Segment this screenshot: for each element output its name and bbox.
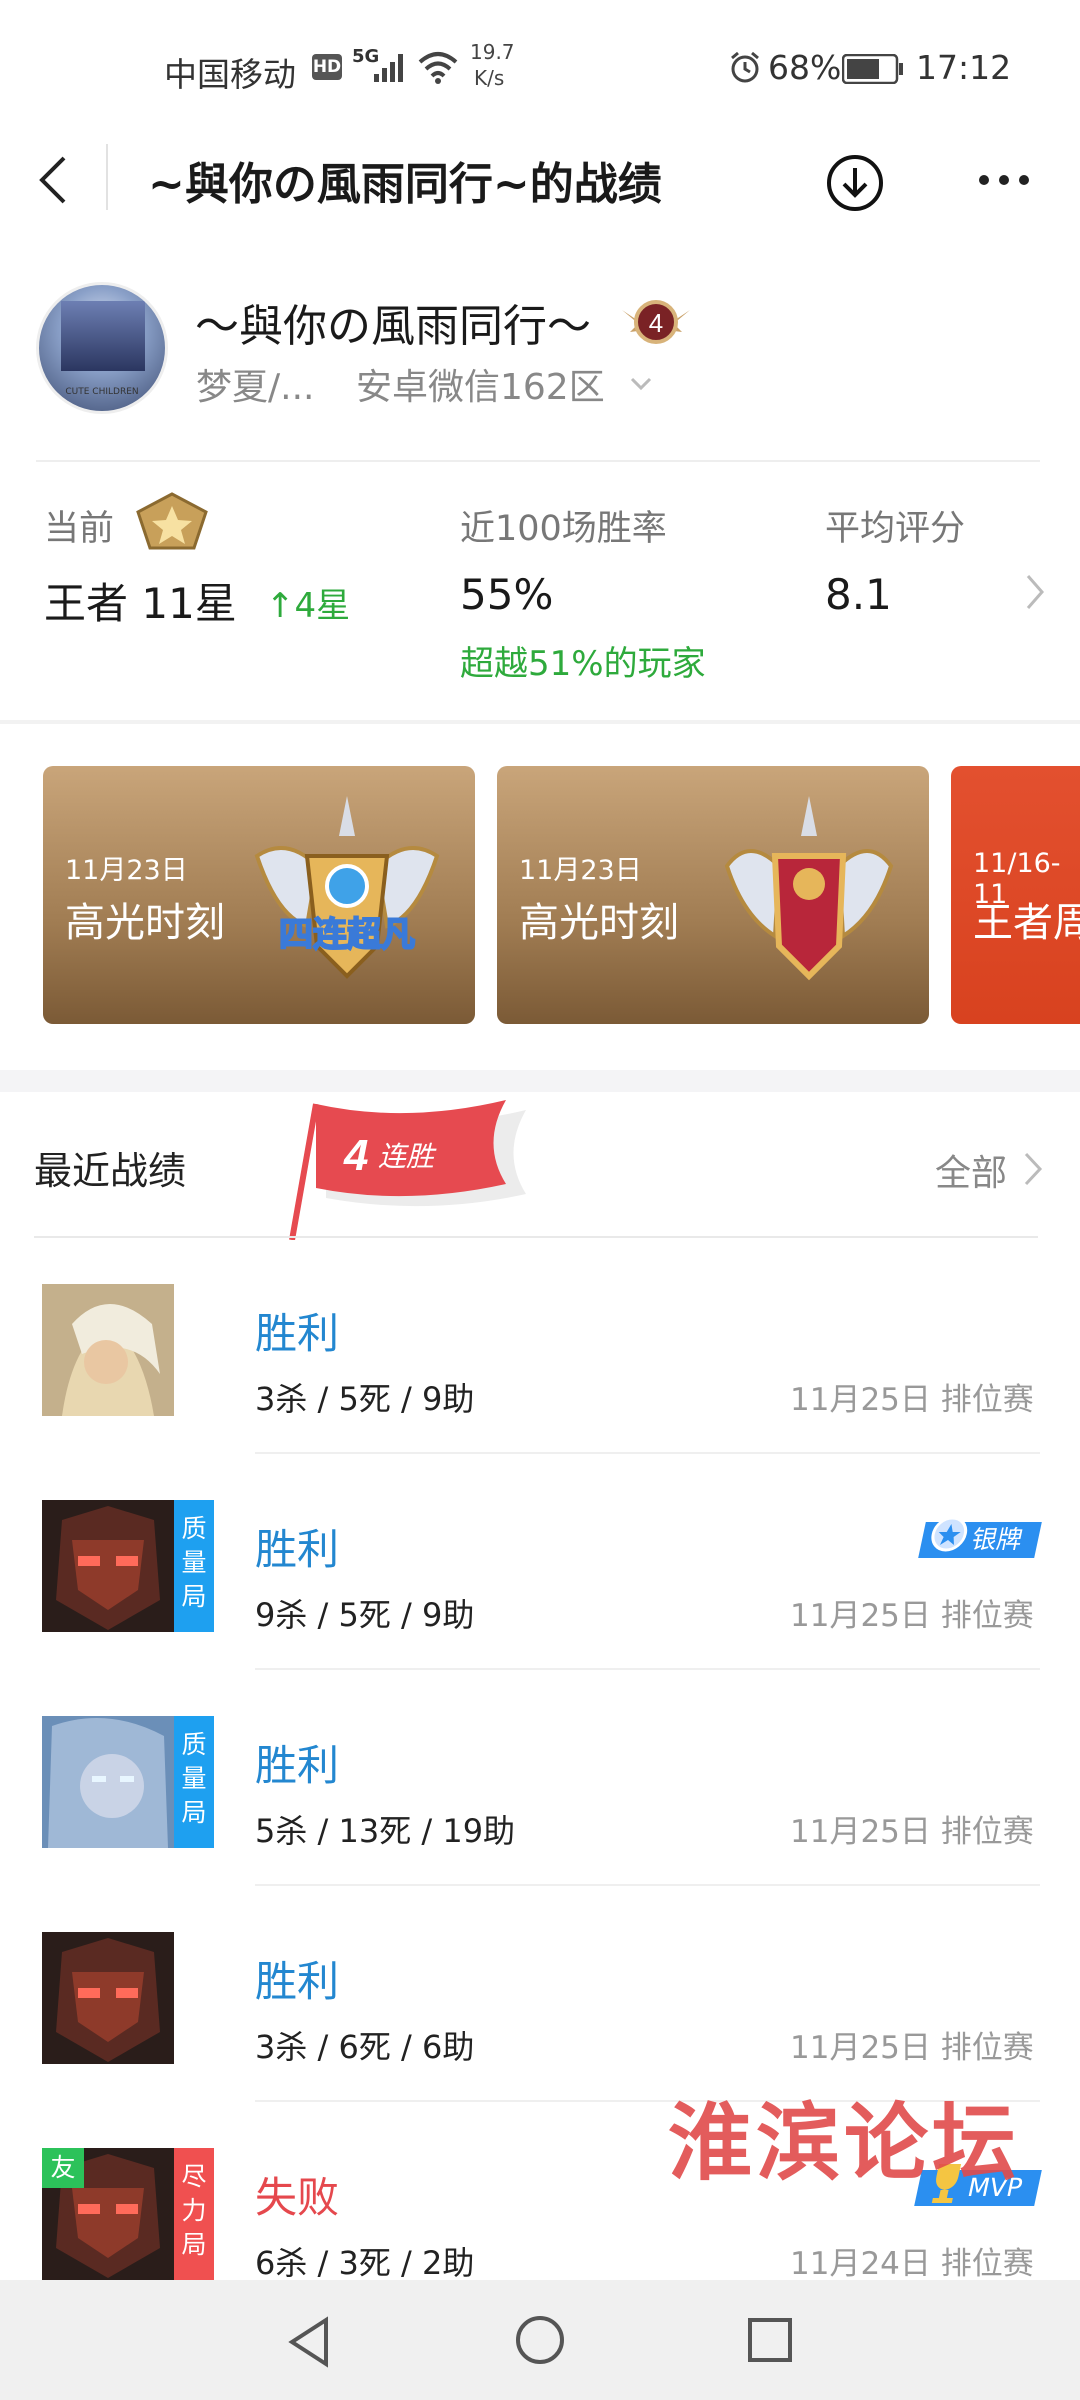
highlight-date: 11月23日 xyxy=(519,855,642,886)
player-name: 〜與你の風雨同行〜 xyxy=(195,301,591,352)
match-result: 胜利 xyxy=(255,1741,340,1790)
highlight-card[interactable]: 11月23日 高光时刻 xyxy=(497,766,929,1024)
forum-watermark: 淮滨论坛 xyxy=(668,2093,1021,2192)
avg-score-value: 8.1 xyxy=(825,570,892,619)
chevron-right-icon[interactable] xyxy=(1022,1150,1046,1188)
svg-text:连胜: 连胜 xyxy=(378,1140,437,1173)
hero-portrait xyxy=(42,1500,174,1632)
winrate-note: 超越51%的玩家 xyxy=(460,644,706,684)
highlight-date: 11月23日 xyxy=(65,855,188,886)
effort-match-tag: 尽力局 xyxy=(174,2148,214,2280)
highlight-title: 高光时刻 xyxy=(519,900,679,946)
highlight-title: 王者周 xyxy=(973,900,1080,946)
divider xyxy=(36,460,1040,462)
match-row[interactable]: 质量局 胜利 5杀 / 13死 / 19助 11月25日 排位赛 xyxy=(0,1670,1080,1886)
net-speed-unit: K/s xyxy=(474,66,505,90)
win-streak-flag-icon: 4 连胜 xyxy=(289,1100,526,1240)
avatar-caption: CUTE CHILDREN xyxy=(65,387,139,397)
quality-match-tag: 质量局 xyxy=(174,1500,214,1632)
friend-tag: 友 xyxy=(42,2148,84,2188)
section-divider xyxy=(0,720,1080,724)
svg-text:四连超凡: 四连超凡 xyxy=(279,915,415,955)
hero-portrait xyxy=(42,1284,174,1416)
rank-delta: ↑4星 xyxy=(266,586,351,626)
winrate-value: 55% xyxy=(460,570,554,619)
match-meta: 11月25日 排位赛 xyxy=(790,1814,1034,1850)
match-row[interactable]: 胜利 3杀 / 6死 / 6助 11月25日 排位赛 xyxy=(0,1886,1080,2102)
section-band xyxy=(0,1070,1080,1092)
chevron-down-icon[interactable] xyxy=(630,376,652,392)
match-result: 胜利 xyxy=(255,1309,340,1358)
net-speed-value: 19.7 xyxy=(470,40,515,64)
nav-home-icon[interactable] xyxy=(514,2314,566,2366)
highlight-title: 高光时刻 xyxy=(65,900,225,946)
match-row[interactable]: 胜利 3杀 / 5死 / 9助 11月25日 排位赛 xyxy=(0,1238,1080,1454)
battery-percent: 68% xyxy=(768,48,842,87)
status-bar: 中国移动 HD 5G 19.7 K/s 68% 17:12 xyxy=(0,0,1080,130)
avg-score-label: 平均评分 xyxy=(825,509,966,549)
avatar[interactable]: CUTE CHILDREN xyxy=(36,282,168,414)
clock-time: 17:12 xyxy=(916,48,1012,87)
nav-back-icon[interactable] xyxy=(286,2316,334,2368)
match-result: 胜利 xyxy=(255,1957,340,2006)
match-kda: 3杀 / 5死 / 9助 xyxy=(255,1380,475,1418)
current-rank-label: 当前 xyxy=(44,509,115,549)
rank-level-badge: 4 xyxy=(622,300,690,344)
match-result: 胜利 xyxy=(255,1525,340,1574)
match-kda: 9杀 / 5死 / 9助 xyxy=(255,1596,475,1634)
match-meta: 11月25日 排位赛 xyxy=(790,1598,1034,1634)
player-subtitle: 梦夏/... xyxy=(196,367,315,408)
recent-matches-title: 最近战绩 xyxy=(34,1149,187,1193)
hero-portrait xyxy=(42,1716,174,1848)
carrier-label: 中国移动 xyxy=(164,55,296,94)
page-title: ~與你の風雨同行~的战绩 xyxy=(148,159,662,210)
battery-icon xyxy=(842,54,903,84)
nav-bar: ~與你の風雨同行~的战绩 xyxy=(0,130,1080,226)
nav-recents-icon[interactable] xyxy=(746,2316,794,2364)
svg-text:4: 4 xyxy=(343,1131,368,1180)
match-meta: 11月25日 排位赛 xyxy=(790,1382,1034,1418)
match-meta: 11月25日 排位赛 xyxy=(790,2030,1034,2066)
quality-match-tag: 质量局 xyxy=(174,1716,214,1848)
match-kda: 3杀 / 6死 / 6助 xyxy=(255,2028,475,2066)
king-rank-icon xyxy=(136,492,208,550)
avatar-image xyxy=(61,301,145,371)
signal-icon xyxy=(374,54,403,82)
rank-emblem-icon xyxy=(724,796,894,981)
server-label[interactable]: 安卓微信162区 xyxy=(356,358,605,410)
highlight-card[interactable]: 11月23日 高光时刻 四连超凡 xyxy=(43,766,475,1024)
svg-text:4: 4 xyxy=(649,308,663,338)
match-kda: 5杀 / 13死 / 19助 xyxy=(255,1812,516,1850)
more-button[interactable] xyxy=(976,172,1032,188)
silver-medal-badge: 银牌 xyxy=(918,1516,1042,1558)
wifi-icon xyxy=(418,52,458,84)
hd-icon: HD xyxy=(312,54,342,80)
back-button[interactable] xyxy=(34,154,74,206)
stats-chevron-right-icon[interactable] xyxy=(1024,572,1048,612)
hero-portrait xyxy=(42,1932,174,2064)
match-result: 失败 xyxy=(255,2173,340,2222)
nav-separator xyxy=(106,144,108,210)
badge-label: 银牌 xyxy=(969,1525,1026,1554)
four-streak-emblem-icon: 四连超凡 xyxy=(254,796,440,979)
highlight-card[interactable]: 11/16-11 王者周 xyxy=(951,766,1080,1024)
match-kda: 6杀 / 3死 / 2助 xyxy=(255,2244,475,2282)
download-button[interactable] xyxy=(824,152,886,214)
current-rank-value: 王者 11星 xyxy=(44,579,237,628)
match-meta: 11月24日 排位赛 xyxy=(790,2246,1034,2282)
view-all-link[interactable]: 全部 xyxy=(935,1144,1007,1196)
system-nav-bar xyxy=(0,2280,1080,2400)
winrate-label: 近100场胜率 xyxy=(460,509,667,549)
match-row[interactable]: 质量局 胜利 9杀 / 5死 / 9助 11月25日 排位赛 银牌 xyxy=(0,1454,1080,1670)
medal-icon xyxy=(931,1516,968,1552)
alarm-icon xyxy=(731,51,759,83)
